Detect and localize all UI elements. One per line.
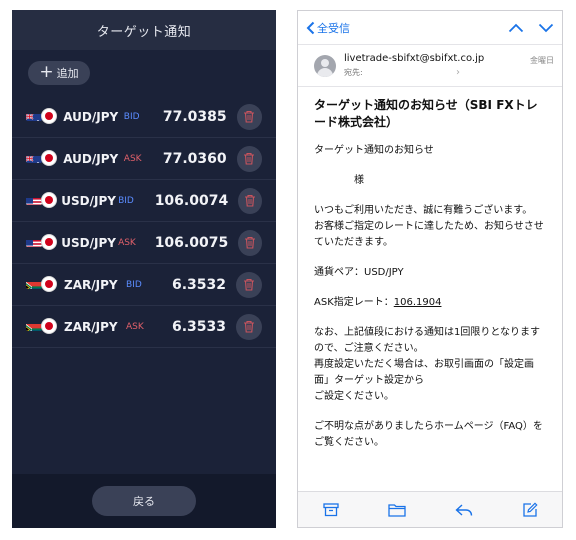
trash-icon <box>244 278 254 291</box>
ask-rate-label: ASK指定レート： <box>314 297 394 308</box>
target-price: 6.3533 <box>171 318 226 335</box>
plus-icon: + <box>39 61 54 82</box>
add-button[interactable]: + 追加 <box>28 61 90 85</box>
currency-pair: USD/JPY <box>61 235 116 250</box>
body-line: なお、上記値段における通知は1回限りとなりますので、ご注意ください。 <box>314 327 541 354</box>
currency-pair-line: 通貨ペア：USD/JPY <box>314 267 404 278</box>
folder-icon[interactable] <box>387 503 406 517</box>
japan-flag-icon <box>41 107 57 124</box>
side-badge: BID <box>123 111 140 122</box>
header-title: ターゲット通知 <box>12 10 276 50</box>
currency-pair: ZAR/JPY <box>64 277 118 292</box>
body-line: いつもご利用いただき、誠に有難うございます。 <box>314 205 533 216</box>
delete-button[interactable] <box>236 313 262 340</box>
mail-screen: 全受信 livetrade-sbifxt@sbifxt.co.jp 宛先: › … <box>297 10 563 528</box>
currency-pair: ZAR/JPY <box>64 319 118 334</box>
body-line: 様 <box>354 175 364 186</box>
usa-flag-icon <box>26 236 42 247</box>
side-badge: ASK <box>118 237 136 248</box>
japan-flag-icon <box>41 317 57 334</box>
south-africa-flag-icon <box>26 320 42 331</box>
delete-button[interactable] <box>238 187 262 214</box>
mail-subject: ターゲット通知のお知らせ（SBI FXトレード株式会社） <box>314 98 538 129</box>
body-line: ターゲット通知のお知らせ <box>314 145 434 156</box>
list-item[interactable]: ZAR/JPY ASK 6.3533 <box>12 306 276 348</box>
trash-icon <box>244 320 254 333</box>
chevron-right-icon[interactable]: › <box>456 67 460 78</box>
japan-flag-icon <box>41 149 57 166</box>
target-price: 77.0385 <box>162 108 227 125</box>
list-item[interactable]: AUD/JPY ASK 77.0360 <box>12 138 276 180</box>
body-line: お客様ご指定のレートに達したため、お知らせさせていただきます。 <box>314 221 544 248</box>
target-price: 106.0074 <box>154 192 229 209</box>
australia-flag-icon <box>26 152 42 163</box>
trash-icon <box>244 152 255 165</box>
side-badge: BID <box>118 195 134 206</box>
reply-icon[interactable] <box>454 503 473 517</box>
currency-pair: USD/JPY <box>61 193 116 208</box>
delete-button[interactable] <box>238 229 262 256</box>
currency-pair: AUD/JPY <box>63 151 119 166</box>
ask-rate-value: 106.1904 <box>393 297 442 308</box>
south-africa-flag-icon <box>26 278 42 289</box>
delete-button[interactable] <box>236 103 263 130</box>
list-item[interactable]: AUD/JPY BID 77.0385 <box>12 96 276 138</box>
target-price: 6.3532 <box>171 276 226 293</box>
japan-flag-icon <box>41 233 57 250</box>
side-badge: ASK <box>123 153 142 164</box>
chevron-left-icon <box>306 21 315 34</box>
trash-icon <box>245 194 256 207</box>
trash-icon <box>244 110 255 123</box>
target-price: 106.0075 <box>154 234 229 251</box>
recipient-label: 宛先: <box>344 68 363 77</box>
inbox-back-label: 全受信 <box>317 21 350 35</box>
delete-button[interactable] <box>236 145 263 172</box>
mail-date: 金曜日 <box>530 56 554 65</box>
mail-body: ターゲット通知のお知らせ（SBI FXトレード株式会社） ターゲット通知のお知ら… <box>298 87 562 451</box>
usa-flag-icon <box>26 194 42 205</box>
body-line: ご設定ください。 <box>314 391 394 402</box>
target-notification-screen: ターゲット通知 + 追加 AUD/JPY BID 77.0385 AUD/JPY… <box>12 10 276 528</box>
add-button-label: 追加 <box>56 67 79 80</box>
mail-toolbar <box>298 491 562 527</box>
sender-address[interactable]: livetrade-sbifxt@sbifxt.co.jp <box>344 53 530 64</box>
chevron-down-icon[interactable] <box>538 23 554 33</box>
japan-flag-icon <box>41 191 57 208</box>
notification-list: AUD/JPY BID 77.0385 AUD/JPY ASK 77.0360 <box>12 96 276 348</box>
back-button[interactable]: 戻る <box>92 486 196 516</box>
side-badge: ASK <box>126 321 144 332</box>
side-badge: BID <box>126 279 142 290</box>
target-price: 77.0360 <box>162 150 227 167</box>
body-line: 再度設定いただく場合は、お取引画面の「設定画面」ターゲット設定から <box>314 359 534 386</box>
currency-pair: AUD/JPY <box>63 109 119 124</box>
list-item[interactable]: ZAR/JPY BID 6.3532 <box>12 264 276 306</box>
trash-icon <box>245 236 256 249</box>
list-item[interactable]: USD/JPY ASK 106.0075 <box>12 222 276 264</box>
ask-rate-line: ASK指定レート：106.1904 <box>314 295 548 311</box>
list-item[interactable]: USD/JPY BID 106.0074 <box>12 180 276 222</box>
compose-icon[interactable] <box>522 501 538 518</box>
japan-flag-icon <box>41 275 57 292</box>
inbox-back-button[interactable]: 全受信 <box>306 20 350 36</box>
delete-button[interactable] <box>236 271 262 298</box>
chevron-up-icon[interactable] <box>508 23 524 33</box>
sender-avatar <box>314 55 336 77</box>
body-line: ご不明な点がありましたらホームページ（FAQ）をご覧ください。 <box>314 421 543 448</box>
australia-flag-icon <box>26 110 42 121</box>
archive-icon[interactable] <box>322 502 339 517</box>
